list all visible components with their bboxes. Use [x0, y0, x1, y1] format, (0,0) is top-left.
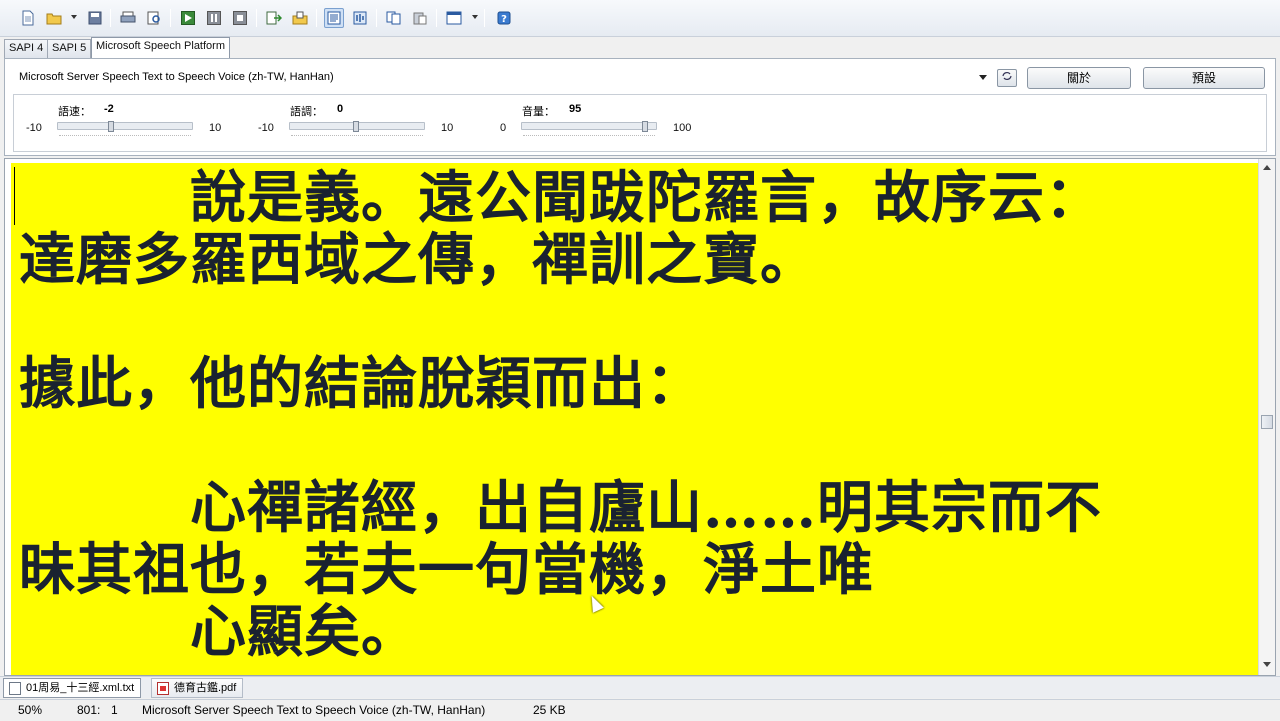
pause-icon[interactable] [204, 8, 224, 28]
refresh-voices-button[interactable] [997, 69, 1017, 87]
document-line: 據此，他的結論脫穎而出： [19, 351, 703, 417]
scroll-down-icon[interactable] [1263, 662, 1271, 667]
text-caret [14, 167, 15, 225]
svg-text:?: ? [501, 14, 507, 25]
window-dropdown-icon[interactable] [472, 15, 478, 19]
rate-max: 10 [209, 122, 222, 134]
toolbar-separator [316, 9, 317, 27]
volume-min: 0 [500, 122, 507, 134]
rate-label: 語速： [58, 106, 91, 118]
pitch-min: -10 [258, 122, 274, 134]
document-tabs: 01周易_十三經.xml.txt 德育古鑑.pdf [0, 676, 1280, 698]
tab-sapi5[interactable]: SAPI 5 [47, 39, 92, 58]
window-icon[interactable] [444, 8, 464, 28]
volume-ticks [523, 132, 655, 136]
toolbar-separator [436, 9, 437, 27]
speech-settings-icon[interactable] [350, 8, 370, 28]
pitch-max: 10 [441, 122, 454, 134]
rate-value: -2 [104, 103, 114, 115]
export-icon[interactable] [264, 8, 284, 28]
tab-document-pdf[interactable]: 德育古鑑.pdf [151, 678, 244, 698]
status-voice: Microsoft Server Speech Text to Speech V… [142, 703, 486, 717]
document-line: 心禪諸經，出自廬山……明其宗而不 [19, 475, 1102, 541]
open-folder-icon[interactable] [44, 8, 64, 28]
toolbar-separator [256, 9, 257, 27]
document-line: 心顯矣。 [19, 599, 418, 665]
rate-ticks [59, 132, 191, 136]
status-zoom: 50% [18, 703, 43, 717]
toolbar-separator [484, 9, 485, 27]
pitch-slider-thumb[interactable] [353, 121, 359, 132]
toolbar-separator [170, 9, 171, 27]
rate-min: -10 [26, 122, 42, 134]
volume-max: 100 [673, 122, 692, 134]
status-column: 1 [111, 703, 118, 717]
document-line: 說是義。遠公聞跋陀羅言，故序云： [19, 165, 1102, 231]
vertical-scrollbar[interactable] [1258, 159, 1275, 675]
tab-document-txt[interactable]: 01周易_十三經.xml.txt [3, 678, 142, 698]
print-icon[interactable] [118, 8, 138, 28]
scroll-up-icon[interactable] [1263, 165, 1271, 170]
new-file-icon[interactable] [18, 8, 38, 28]
print-preview-icon[interactable] [144, 8, 164, 28]
main-toolbar: ? [0, 0, 1280, 37]
volume-slider-thumb[interactable] [642, 121, 648, 132]
text-file-icon [9, 682, 21, 695]
volume-value: 95 [569, 103, 582, 115]
default-button[interactable]: 預設 [1143, 67, 1265, 89]
speech-controls: 語速： -2 -10 10 語調： 0 -10 10 音量： 95 0 100 [13, 94, 1267, 152]
chevron-down-icon[interactable] [979, 75, 987, 80]
pitch-ticks [291, 132, 423, 136]
import-icon[interactable] [290, 8, 310, 28]
scrollbar-thumb[interactable] [1261, 415, 1273, 429]
doc-tab-label: 01周易_十三經.xml.txt [26, 682, 135, 694]
tab-sapi4[interactable]: SAPI 4 [4, 39, 49, 58]
save-icon[interactable] [85, 8, 105, 28]
text-editor[interactable]: 說是義。遠公聞跋陀羅言，故序云： 達磨多羅西域之傳，禪訓之寶。 據此，他的結論脫… [4, 158, 1276, 676]
paste-icon[interactable] [410, 8, 430, 28]
about-button[interactable]: 關於 [1027, 67, 1131, 89]
status-file-size: 25 KB [533, 703, 566, 717]
stop-icon[interactable] [230, 8, 250, 28]
engine-tabs: SAPI 4 SAPI 5 Microsoft Speech Platform [0, 37, 1280, 59]
pitch-value: 0 [337, 103, 344, 115]
doc-tab-label: 德育古鑑.pdf [174, 682, 237, 694]
copy-icon[interactable] [384, 8, 404, 28]
status-line: 801: [77, 703, 101, 717]
open-dropdown-icon[interactable] [71, 15, 77, 19]
tab-microsoft-speech-platform[interactable]: Microsoft Speech Platform [91, 37, 230, 59]
status-bar: 50% 801: 1 Microsoft Server Speech Text … [0, 699, 1280, 720]
volume-slider[interactable] [521, 121, 657, 132]
rate-slider-thumb[interactable] [108, 121, 114, 132]
rate-slider[interactable] [57, 121, 193, 132]
document-line: 達磨多羅西域之傳，禪訓之寶。 [19, 227, 817, 293]
volume-label: 音量： [522, 106, 555, 118]
document-text-area[interactable]: 說是義。遠公聞跋陀羅言，故序云： 達磨多羅西域之傳，禪訓之寶。 據此，他的結論脫… [11, 163, 1258, 675]
play-icon[interactable] [178, 8, 198, 28]
voice-panel: Microsoft Server Speech Text to Speech V… [4, 58, 1276, 156]
pitch-slider[interactable] [289, 121, 425, 132]
refresh-icon [1002, 72, 1012, 80]
voice-select[interactable]: Microsoft Server Speech Text to Speech V… [14, 66, 994, 87]
toolbar-separator [110, 9, 111, 27]
pitch-label: 語調： [290, 106, 323, 118]
toolbar-separator [376, 9, 377, 27]
pdf-file-icon [157, 682, 169, 695]
text-view-icon[interactable] [324, 8, 344, 28]
document-line: 昧其祖也，若夫一句當機，淨土唯 [19, 537, 874, 603]
help-icon[interactable]: ? [494, 8, 514, 28]
